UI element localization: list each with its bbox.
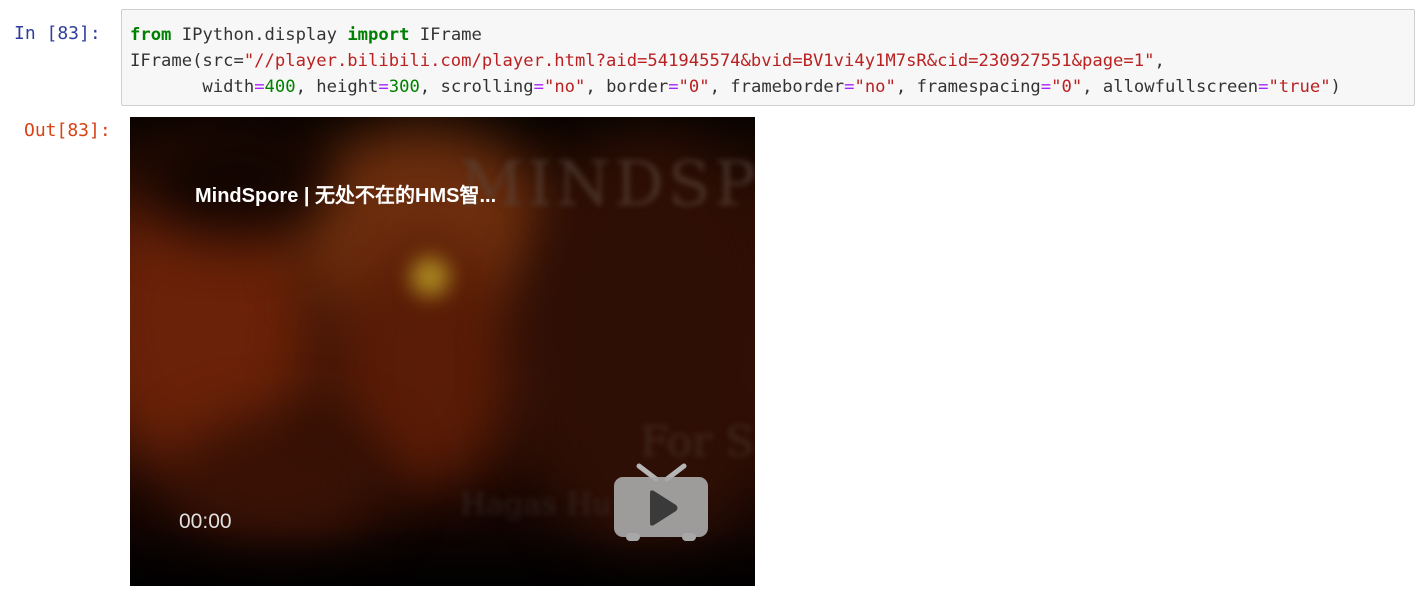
input-prompt: In [83]: <box>14 23 101 44</box>
tv-play-icon[interactable] <box>612 463 710 543</box>
video-player[interactable]: MINDSPO For S Hagas Hu MindSpore | 无处不在的… <box>130 117 755 586</box>
code-editor[interactable]: from IPython.display import IFrame IFram… <box>130 22 1341 100</box>
blurred-background-text: MINDSPO <box>460 147 755 220</box>
output-prompt: Out[83]: <box>24 120 111 141</box>
blurred-background-text: For S <box>640 417 755 466</box>
code-line-3: width=400, height=300, scrolling="no", b… <box>130 77 1341 97</box>
video-frame-blur <box>410 257 450 297</box>
code-line-1: from IPython.display import IFrame <box>130 25 482 45</box>
time-display: 00:00 <box>179 510 232 533</box>
video-frame-blur <box>130 117 330 237</box>
code-line-2: IFrame(src="//player.bilibili.com/player… <box>130 51 1165 71</box>
video-title: MindSpore | 无处不在的HMS智... <box>195 185 497 207</box>
blurred-background-text: Hagas Hu <box>460 487 612 522</box>
code-cell[interactable]: from IPython.display import IFrame IFram… <box>121 9 1415 106</box>
